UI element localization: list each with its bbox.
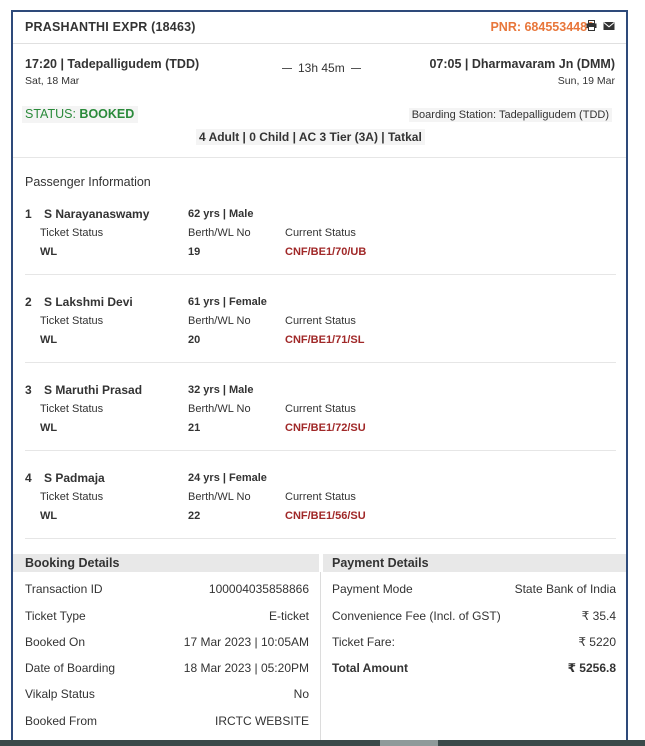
print-icon[interactable] xyxy=(586,20,597,34)
arrival-date: Sun, 19 Mar xyxy=(557,75,615,87)
passenger-name: S Lakshmi Devi xyxy=(44,295,133,309)
ticket-status-label: Ticket Status xyxy=(40,403,104,415)
berth-value: 22 xyxy=(188,510,201,522)
duration-text: 13h 45m xyxy=(298,61,345,75)
booking-status: STATUS: BOOKED xyxy=(22,106,139,123)
booking-row-value: E-ticket xyxy=(268,609,309,623)
pnr-number: PNR: 6845534486 xyxy=(490,20,594,34)
ticket-status-label: Ticket Status xyxy=(40,491,104,503)
ticket-status-value: WL xyxy=(40,334,58,346)
booking-row-label: Transaction ID xyxy=(25,582,103,596)
total-amount-label: Total Amount xyxy=(332,661,408,675)
booking-row-label: Date of Boarding xyxy=(25,661,116,675)
passenger-summary: 4 Adult | 0 Child | AC 3 Tier (3A) | Tat… xyxy=(196,129,425,145)
berth-value: 19 xyxy=(188,246,201,258)
current-status-label: Current Status xyxy=(285,227,356,239)
berth-label: Berth/WL No xyxy=(188,315,251,327)
booking-row-label: Vikalp Status xyxy=(25,687,95,701)
booking-row-value: 17 Mar 2023 | 10:05AM xyxy=(183,635,309,649)
passenger-number: 1 xyxy=(25,207,32,221)
divider xyxy=(13,43,626,44)
passenger-age-gender: 32 yrs | Male xyxy=(188,384,254,396)
ticket-status-value: WL xyxy=(40,510,58,522)
passenger-age-gender: 24 yrs | Female xyxy=(188,472,267,484)
current-status-value: CNF/BE1/56/SU xyxy=(285,510,366,522)
payment-row-label: Ticket Fare: xyxy=(332,635,395,649)
journey-duration: 13h 45m xyxy=(282,61,361,75)
column-divider xyxy=(320,572,321,746)
passenger-name: S Maruthi Prasad xyxy=(44,383,143,397)
payment-row-label: Payment Mode xyxy=(332,582,413,596)
booking-row-label: Ticket Type xyxy=(25,609,86,623)
departure-info: 17:20 | Tadepalligudem (TDD) xyxy=(25,57,200,71)
passenger-divider xyxy=(25,450,616,451)
payment-row-value: ₹ 5220 xyxy=(578,635,616,649)
current-status-label: Current Status xyxy=(285,315,356,327)
booking-row-label: Booked From xyxy=(25,714,98,728)
current-status-label: Current Status xyxy=(285,403,356,415)
ticket-card: PRASHANTHI EXPR (18463) PNR: 6845534486 … xyxy=(11,10,628,746)
booking-row-value: No xyxy=(293,687,309,701)
taskbar xyxy=(0,740,645,746)
booking-details-title: Booking Details xyxy=(25,556,120,570)
passenger-number: 4 xyxy=(25,471,32,485)
current-status-value: CNF/BE1/71/SL xyxy=(285,334,365,346)
payment-details-title: Payment Details xyxy=(332,556,429,570)
passenger-number: 3 xyxy=(25,383,32,397)
taskbar-item[interactable] xyxy=(380,740,438,746)
departure-date: Sat, 18 Mar xyxy=(25,75,80,87)
berth-label: Berth/WL No xyxy=(188,491,251,503)
passenger-age-gender: 61 yrs | Female xyxy=(188,296,267,308)
payment-row-value: State Bank of India xyxy=(514,582,616,596)
booking-row-value: IRCTC WEBSITE xyxy=(214,714,309,728)
current-status-value: CNF/BE1/72/SU xyxy=(285,422,366,434)
berth-value: 20 xyxy=(188,334,201,346)
email-icon[interactable] xyxy=(603,21,615,34)
passenger-divider xyxy=(25,538,616,539)
passenger-info-heading: Passenger Information xyxy=(25,175,151,189)
boarding-station: Boarding Station: Tadepalligudem (TDD) xyxy=(408,108,612,122)
passenger-divider xyxy=(25,274,616,275)
status-label: STATUS: xyxy=(25,107,76,121)
status-badge: BOOKED xyxy=(79,107,135,121)
action-icons xyxy=(583,20,615,34)
passenger-number: 2 xyxy=(25,295,32,309)
ticket-status-value: WL xyxy=(40,246,58,258)
arrival-info: 07:05 | Dharmavaram Jn (DMM) xyxy=(429,57,615,71)
ticket-status-label: Ticket Status xyxy=(40,315,104,327)
ticket-status-value: WL xyxy=(40,422,58,434)
divider xyxy=(13,157,626,158)
passenger-divider xyxy=(25,362,616,363)
total-amount-value: ₹ 5256.8 xyxy=(567,661,616,675)
booking-row-value: 100004035858866 xyxy=(208,582,309,596)
current-status-value: CNF/BE1/70/UB xyxy=(285,246,367,258)
train-name: PRASHANTHI EXPR (18463) xyxy=(25,20,196,34)
ticket-status-label: Ticket Status xyxy=(40,227,104,239)
current-status-label: Current Status xyxy=(285,491,356,503)
passenger-name: S Narayanaswamy xyxy=(44,207,150,221)
payment-row-value: ₹ 35.4 xyxy=(581,609,616,623)
berth-value: 21 xyxy=(188,422,201,434)
booking-row-value: 18 Mar 2023 | 05:20PM xyxy=(183,661,309,675)
passenger-age-gender: 62 yrs | Male xyxy=(188,208,254,220)
payment-row-label: Convenience Fee (Incl. of GST) xyxy=(332,609,501,623)
passenger-name: S Padmaja xyxy=(44,471,105,485)
berth-label: Berth/WL No xyxy=(188,227,251,239)
berth-label: Berth/WL No xyxy=(188,403,251,415)
booking-row-label: Booked On xyxy=(25,635,86,649)
